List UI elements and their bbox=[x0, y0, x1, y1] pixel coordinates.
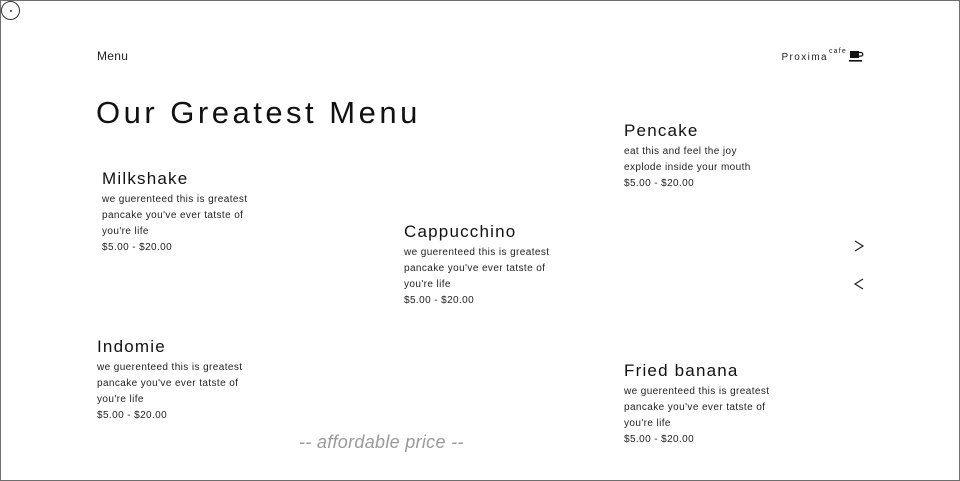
description-line: pancake you've ever tatste of bbox=[97, 378, 239, 389]
description-line: eat this and feel the joy bbox=[624, 146, 737, 157]
menu-item-name: Milkshake bbox=[102, 169, 189, 188]
page-title: Our Greatest Menu bbox=[96, 95, 421, 130]
description-line: explode inside your mouth bbox=[624, 162, 751, 173]
menu-item-name: Pencake bbox=[624, 121, 699, 140]
description-line: you're life bbox=[624, 418, 671, 429]
menu-nav-link[interactable]: Menu bbox=[97, 49, 128, 63]
brand-name: Proxima bbox=[781, 52, 828, 63]
description-line: we guerenteed this is greatest bbox=[97, 362, 243, 373]
description-line: pancake you've ever tatste of bbox=[404, 263, 546, 274]
menu-item-price: $5.00 - $20.00 bbox=[624, 434, 695, 445]
menu-item-price: $5.00 - $20.00 bbox=[102, 242, 173, 253]
description-line: we guerenteed this is greatest bbox=[102, 194, 248, 205]
menu-item-indomie[interactable]: Indomie we guerenteed this is greatest p… bbox=[97, 337, 249, 424]
tagline: -- affordable price -- bbox=[299, 432, 464, 452]
description-line: pancake you've ever tatste of bbox=[102, 210, 244, 221]
menu-item-description: we guerenteed this is greatest pancake y… bbox=[404, 245, 556, 293]
description-line: we guerenteed this is greatest bbox=[404, 247, 550, 258]
description-line: you're life bbox=[404, 279, 451, 290]
cursor-dot bbox=[10, 10, 12, 12]
brand-suffix: cafe bbox=[828, 48, 847, 55]
coffee-cup-icon bbox=[849, 51, 864, 62]
menu-item-milkshake[interactable]: Milkshake we guerenteed this is greatest… bbox=[102, 169, 254, 256]
menu-item-description: we guerenteed this is greatest pancake y… bbox=[624, 384, 776, 432]
description-line: you're life bbox=[102, 226, 149, 237]
menu-item-name: Fried banana bbox=[624, 361, 739, 380]
menu-item-description: eat this and feel the joy explode inside… bbox=[624, 144, 776, 176]
menu-item-description: we guerenteed this is greatest pancake y… bbox=[102, 192, 254, 240]
chevron-right-icon[interactable] bbox=[852, 239, 866, 253]
menu-item-fried-banana[interactable]: Fried banana we guerenteed this is great… bbox=[624, 361, 776, 448]
menu-item-price: $5.00 - $20.00 bbox=[97, 410, 168, 421]
description-line: we guerenteed this is greatest bbox=[624, 386, 770, 397]
menu-item-pencake[interactable]: Pencake eat this and feel the joy explod… bbox=[624, 121, 776, 192]
cursor-circle-icon bbox=[1, 1, 20, 20]
description-line: pancake you've ever tatste of bbox=[624, 402, 766, 413]
description-line: you're life bbox=[97, 394, 144, 405]
menu-item-price: $5.00 - $20.00 bbox=[624, 178, 695, 189]
menu-item-cappucchino[interactable]: Cappucchino we guerenteed this is greate… bbox=[404, 222, 556, 309]
menu-item-description: we guerenteed this is greatest pancake y… bbox=[97, 360, 249, 408]
menu-item-name: Cappucchino bbox=[404, 222, 517, 241]
menu-item-name: Indomie bbox=[97, 337, 166, 356]
menu-item-price: $5.00 - $20.00 bbox=[404, 295, 475, 306]
brand-logo[interactable]: Proxima cafe bbox=[781, 48, 864, 63]
chevron-left-icon[interactable] bbox=[852, 277, 866, 291]
